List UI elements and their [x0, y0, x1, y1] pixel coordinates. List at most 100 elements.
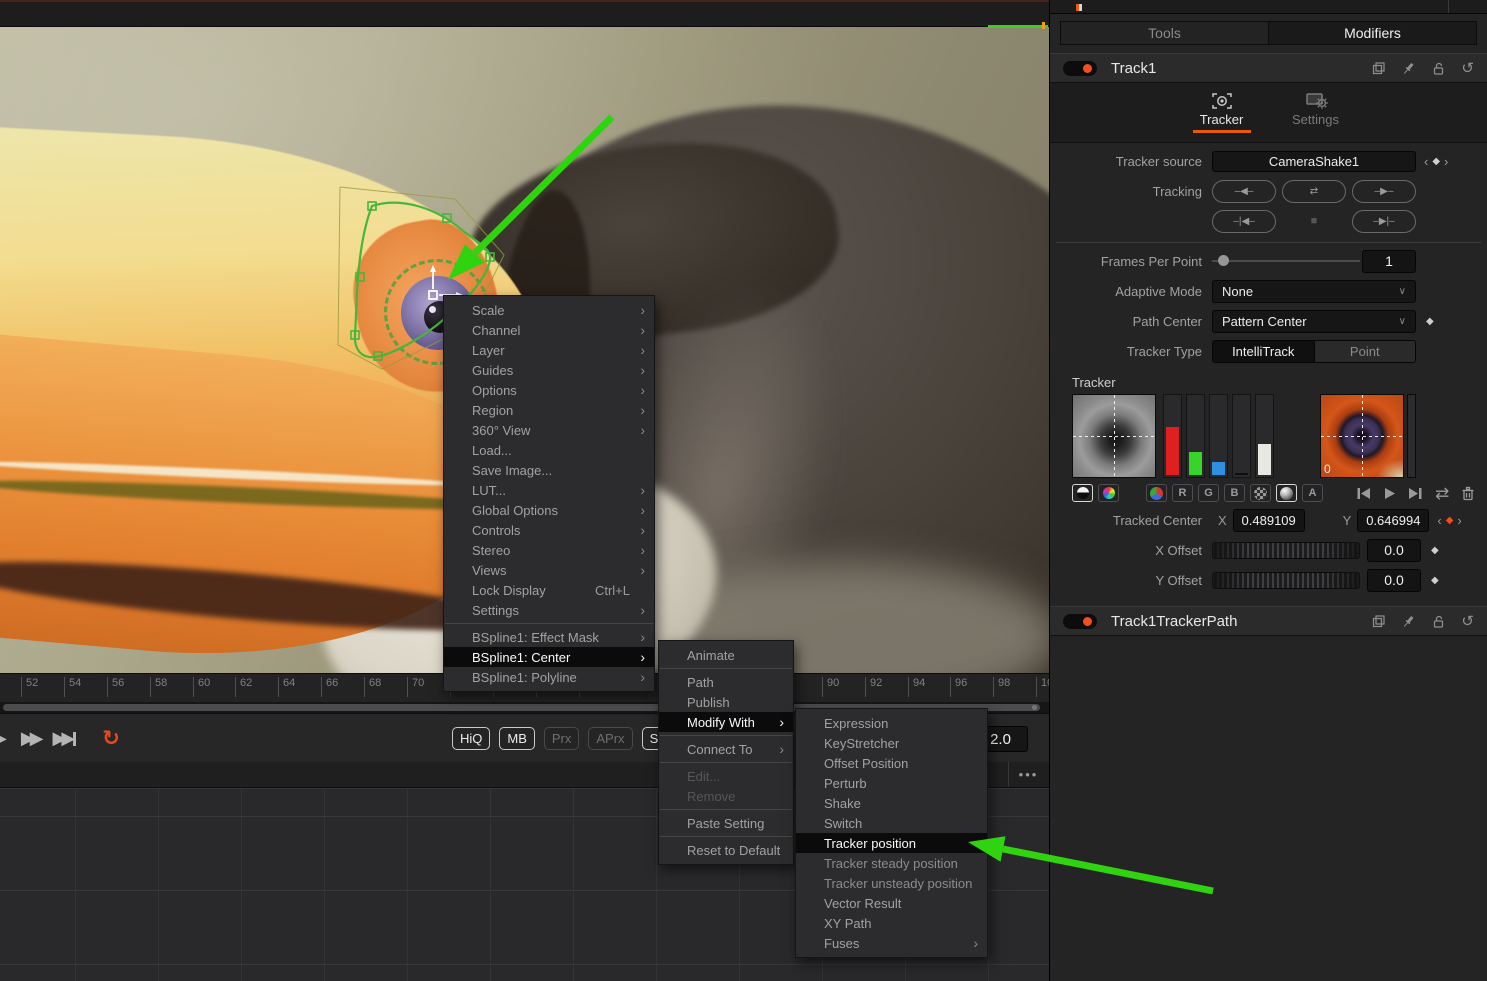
menu-item[interactable]: Views › — [444, 560, 654, 580]
menu-item[interactable]: Layer › — [444, 340, 654, 360]
tracker-type-intellitrack[interactable]: IntelliTrack — [1213, 341, 1314, 362]
menu-item[interactable]: Edit... › — [659, 766, 793, 786]
prx-button[interactable]: Prx — [544, 727, 580, 750]
menu-item[interactable]: Modify With › — [659, 712, 793, 732]
track-bidirectional-button[interactable]: ⇄ — [1282, 180, 1346, 203]
menu-item[interactable]: Guides › — [444, 360, 654, 380]
menu-item[interactable]: Reset to Default › — [659, 840, 793, 860]
play-icon[interactable]: ▶ — [0, 728, 7, 749]
history-icon[interactable]: ↺ — [1461, 61, 1474, 76]
copy-icon[interactable] — [1371, 614, 1386, 629]
pattern-thumbnail[interactable] — [1072, 394, 1156, 478]
menu-item[interactable]: LUT... › — [444, 480, 654, 500]
rgb-channel-button[interactable] — [1146, 484, 1167, 502]
menu-item[interactable]: Stereo › — [444, 540, 654, 560]
track-forward-button[interactable]: –▶– — [1352, 180, 1416, 203]
menu-item[interactable]: Controls › — [444, 520, 654, 540]
playhead-marker[interactable] — [1042, 22, 1045, 29]
track-forward-from-start-button[interactable]: –▶|– — [1352, 210, 1416, 233]
luminance-channel-button[interactable] — [1072, 484, 1093, 502]
tracked-center-y-input[interactable]: 0.646994 — [1357, 509, 1429, 532]
menu-item[interactable]: Vector Result › — [796, 893, 987, 913]
menu-item[interactable]: BSpline1: Polyline › — [444, 667, 654, 687]
menu-item[interactable]: Fuses › — [796, 933, 987, 953]
menu-item[interactable]: Offset Position › — [796, 753, 987, 773]
path-center-dropdown[interactable]: Pattern Center ∨ — [1212, 310, 1416, 333]
tracker-source-input[interactable]: CameraShake1 — [1212, 151, 1416, 172]
tracked-center-x-input[interactable]: 0.489109 — [1233, 509, 1305, 532]
x-offset-value[interactable]: 0.0 — [1367, 539, 1421, 562]
lock-icon[interactable] — [1431, 614, 1446, 629]
alpha-pattern-button[interactable] — [1250, 484, 1271, 502]
red-channel-button[interactable]: R — [1172, 484, 1193, 502]
next-keyframe-icon[interactable]: › — [1444, 154, 1448, 169]
menu-item[interactable]: Channel › — [444, 320, 654, 340]
alpha-channel-button[interactable]: A — [1302, 484, 1323, 502]
history-icon[interactable]: ↺ — [1461, 614, 1474, 629]
menu-item[interactable]: BSpline1: Center › — [444, 647, 654, 667]
menu-item[interactable]: Save Image... › — [444, 460, 654, 480]
skip-to-start-icon[interactable] — [1356, 487, 1371, 500]
blue-channel-button[interactable]: B — [1224, 484, 1245, 502]
overflow-menu-button[interactable]: ••• — [1008, 762, 1049, 787]
enable-toggle[interactable] — [1063, 61, 1097, 76]
menu-item[interactable]: Tracker position › — [796, 833, 987, 853]
menu-item[interactable]: Options › — [444, 380, 654, 400]
stop-tracking-button[interactable]: ■ — [1282, 210, 1346, 233]
menu-item[interactable]: Tracker steady position › — [796, 853, 987, 873]
menu-item[interactable]: Remove › — [659, 786, 793, 806]
menu-item[interactable]: Shake › — [796, 793, 987, 813]
menu-item[interactable]: KeyStretcher › — [796, 733, 987, 753]
menu-item[interactable]: Paste Setting › — [659, 813, 793, 833]
tracker-type-point[interactable]: Point — [1314, 341, 1416, 362]
x-offset-ratchet-slider[interactable] — [1212, 542, 1360, 559]
frames-per-point-value[interactable]: 1 — [1362, 250, 1416, 273]
search-thumbnail[interactable]: 0 — [1320, 394, 1404, 478]
trackerpath-header[interactable]: Track1TrackerPath ↺ — [1050, 606, 1487, 636]
menu-item[interactable]: Tracker unsteady position › — [796, 873, 987, 893]
track1-header[interactable]: Track1 ↺ — [1050, 53, 1487, 83]
track-reverse-button[interactable]: –◀– — [1212, 180, 1276, 203]
prev-keyframe-icon[interactable]: ‹ — [1437, 513, 1441, 528]
lock-icon[interactable] — [1431, 61, 1446, 76]
track-reverse-from-end-button[interactable]: –|◀– — [1212, 210, 1276, 233]
enable-toggle[interactable] — [1063, 614, 1097, 629]
trash-icon[interactable] — [1461, 486, 1475, 501]
menu-item[interactable]: Perturb › — [796, 773, 987, 793]
prev-keyframe-icon[interactable]: ‹ — [1424, 154, 1428, 169]
keyframe-diamond-icon[interactable]: ◆ — [1446, 515, 1454, 526]
menu-item[interactable]: Connect To › — [659, 739, 793, 759]
menu-item[interactable]: Switch › — [796, 813, 987, 833]
center-crosshair-handle[interactable] — [429, 265, 463, 299]
fast-forward-icon[interactable]: ▶▶ — [21, 728, 39, 749]
next-keyframe-icon[interactable]: › — [1457, 513, 1461, 528]
keyframe-diamond-icon[interactable]: ◆ — [1431, 575, 1439, 586]
menu-item[interactable]: Settings › — [444, 600, 654, 620]
menu-item[interactable]: Path › — [659, 672, 793, 692]
sphere-channel-button[interactable] — [1276, 484, 1297, 502]
menu-item[interactable]: Publish › — [659, 692, 793, 712]
menu-item[interactable]: Scale › — [444, 300, 654, 320]
keyframe-diamond-icon[interactable]: ◆ — [1432, 156, 1440, 167]
aprx-button[interactable]: APrx — [588, 727, 632, 750]
frames-per-point-slider[interactable] — [1212, 250, 1360, 272]
green-channel-button[interactable]: G — [1198, 484, 1219, 502]
menu-item[interactable]: BSpline1: Effect Mask › — [444, 627, 654, 647]
scrollbar-knob[interactable] — [1032, 705, 1037, 710]
hiq-button[interactable]: HiQ — [452, 727, 490, 750]
loop-playback-icon[interactable]: ↻ — [102, 726, 120, 751]
skip-to-end-icon[interactable] — [1408, 487, 1423, 500]
keyframe-diamond-icon[interactable]: ◆ — [1426, 316, 1434, 327]
skip-to-end-icon[interactable]: ▶▶ — [53, 728, 77, 749]
keyframe-diamond-icon[interactable]: ◆ — [1431, 545, 1439, 556]
color-channel-button[interactable] — [1098, 484, 1119, 502]
tab-settings[interactable]: Settings — [1280, 90, 1352, 142]
pin-icon[interactable] — [1401, 61, 1416, 76]
play-frame-icon[interactable] — [1383, 487, 1396, 500]
menu-item[interactable]: Region › — [444, 400, 654, 420]
mb-button[interactable]: MB — [499, 727, 535, 750]
tab-tracker[interactable]: Tracker — [1186, 90, 1258, 142]
tab-tools[interactable]: Tools — [1061, 22, 1269, 44]
tab-modifiers[interactable]: Modifiers — [1269, 22, 1476, 44]
pin-icon[interactable] — [1401, 614, 1416, 629]
